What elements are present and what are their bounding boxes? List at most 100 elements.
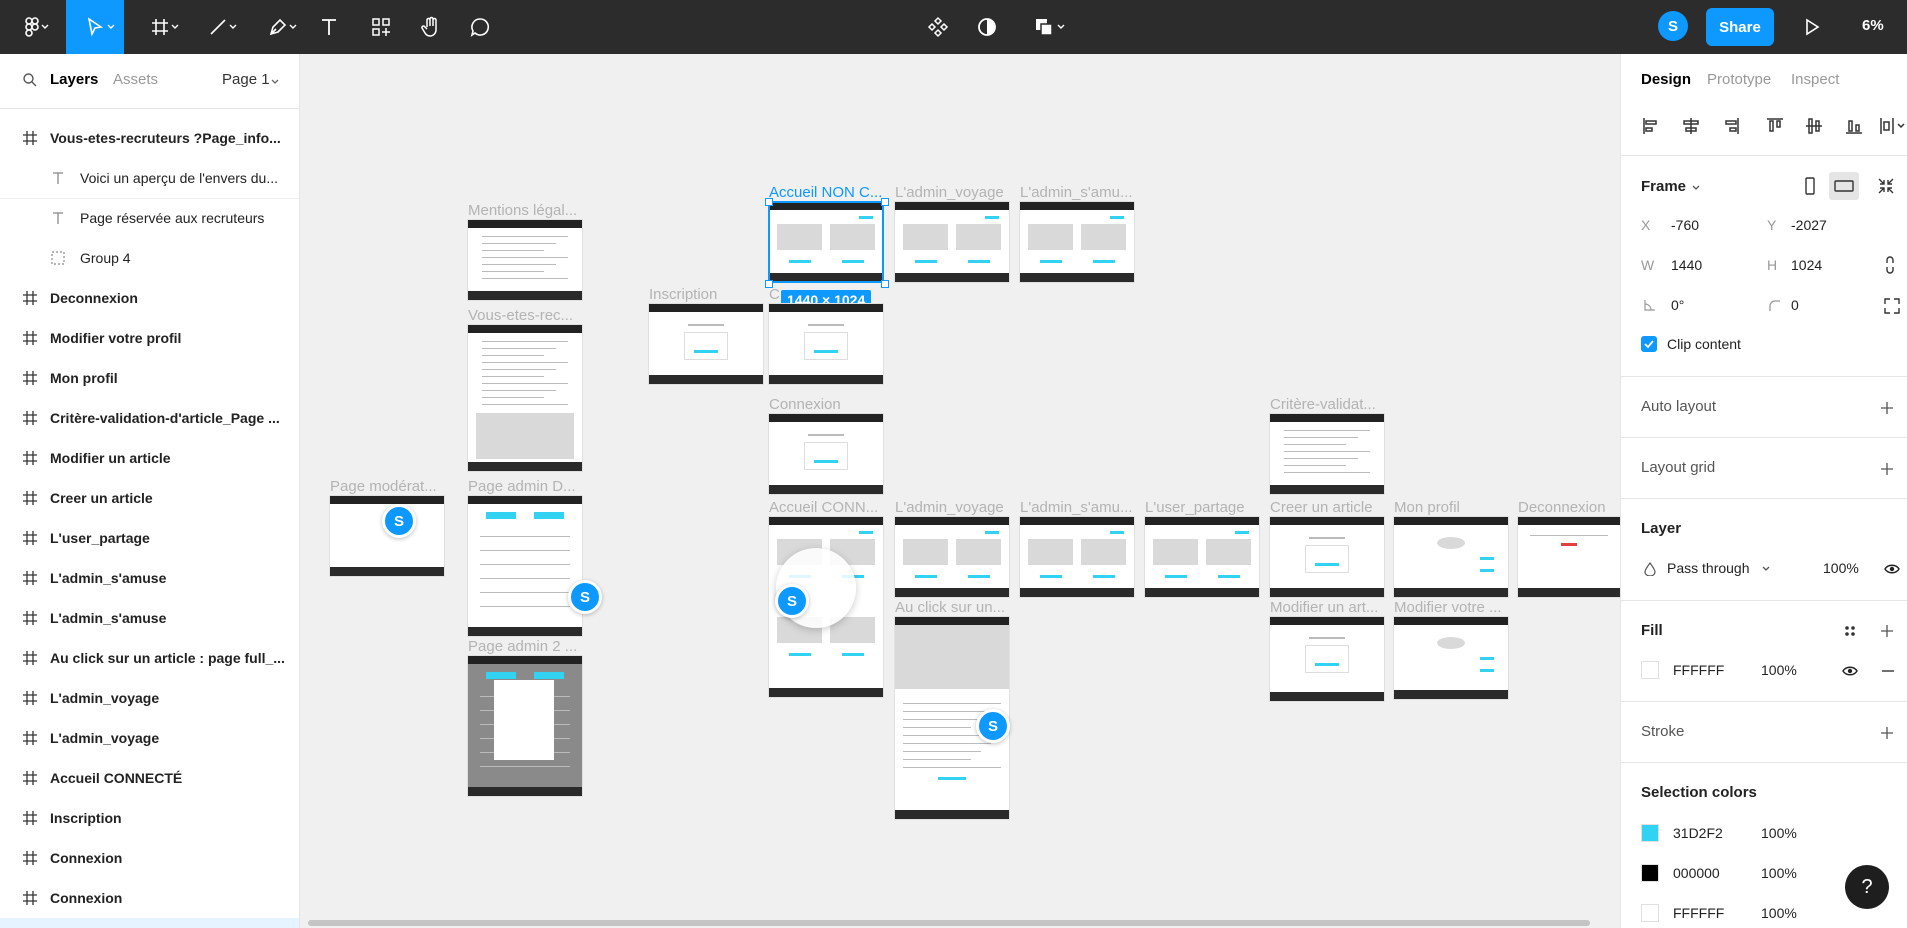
frame-thumbnail[interactable]	[1270, 617, 1384, 701]
blend-mode-select[interactable]: Pass through	[1667, 560, 1750, 576]
comment-tool-icon[interactable]	[466, 0, 494, 54]
component-icon[interactable]	[925, 0, 951, 54]
layer-row[interactable]: Vous-etes-recruteurs ?Page_info...	[0, 118, 299, 158]
layer-row[interactable]: Inscription	[0, 798, 299, 838]
layer-row[interactable]: L'admin_s'amuse	[0, 558, 299, 598]
align-center-v-icon[interactable]	[1806, 118, 1822, 134]
resize-handle[interactable]	[881, 280, 889, 288]
layer-row[interactable]: Deconnexion	[0, 278, 299, 318]
align-left-icon[interactable]	[1643, 118, 1657, 134]
collaborator-avatar[interactable]: S	[775, 584, 809, 618]
resize-to-fit-icon[interactable]	[1876, 176, 1896, 196]
constrain-proportions-icon[interactable]	[1884, 255, 1896, 275]
frame-label[interactable]: Creer un article	[1270, 499, 1373, 516]
add-fill-icon[interactable]	[1880, 624, 1894, 638]
width-field[interactable]: 1440	[1671, 257, 1702, 273]
frame-label[interactable]: L'admin_s'amu...	[1020, 499, 1132, 516]
chevron-down-icon[interactable]	[1761, 564, 1771, 574]
align-center-h-icon[interactable]	[1683, 118, 1699, 134]
independent-corners-icon[interactable]	[1883, 297, 1901, 315]
canvas[interactable]: Mentions légal... Vous-etes-rec... Page ad…	[300, 54, 1620, 928]
frame-label[interactable]: Critère-validat...	[1270, 396, 1376, 413]
frame-label[interactable]: Accueil CONN...	[769, 499, 878, 516]
frame-label[interactable]: L'admin_voyage	[895, 184, 1004, 201]
selection-color-hex[interactable]: FFFFFF	[1673, 905, 1724, 921]
frame-thumbnail[interactable]	[1145, 517, 1259, 597]
fill-swatch[interactable]	[1641, 661, 1659, 679]
layer-row[interactable]: Accueil NON CONNECTÉ	[0, 918, 299, 928]
search-icon[interactable]	[22, 72, 38, 88]
layer-row[interactable]: Mon profil	[0, 358, 299, 398]
selection-color-swatch[interactable]	[1641, 864, 1659, 882]
fill-opacity[interactable]: 100%	[1761, 662, 1797, 678]
boolean-icon[interactable]	[1024, 0, 1065, 54]
frame-label[interactable]: Inscription	[649, 286, 717, 303]
help-button[interactable]: ?	[1845, 865, 1889, 909]
layer-row[interactable]: Connexion	[0, 878, 299, 918]
selection-color-opacity[interactable]: 100%	[1761, 865, 1797, 881]
x-field[interactable]: -760	[1671, 217, 1699, 233]
selection-color-swatch[interactable]	[1641, 824, 1659, 842]
frame-label[interactable]: Au click sur un...	[895, 599, 1005, 616]
selection-color-opacity[interactable]: 100%	[1761, 905, 1797, 921]
align-top-icon[interactable]	[1767, 118, 1783, 132]
zoom-level[interactable]: 6%	[1862, 17, 1884, 34]
contrast-icon[interactable]	[974, 0, 1000, 54]
portrait-icon[interactable]	[1803, 176, 1817, 196]
frame-thumbnail[interactable]	[649, 304, 763, 384]
layer-opacity-field[interactable]: 100%	[1823, 560, 1859, 576]
landscape-toggle[interactable]	[1829, 172, 1859, 200]
tab-assets[interactable]: Assets	[113, 71, 158, 88]
collaborator-avatar[interactable]: S	[976, 709, 1010, 743]
pen-tool-icon[interactable]	[256, 0, 300, 54]
selection-color-hex[interactable]: 31D2F2	[1673, 825, 1723, 841]
line-tool-icon[interactable]	[196, 0, 240, 54]
page-selector[interactable]: Page 1	[222, 71, 270, 88]
frame-label[interactable]: Page admin 2 ...	[468, 638, 577, 655]
layer-row[interactable]: Voici un aperçu de l'envers du...	[0, 158, 299, 198]
styles-icon[interactable]	[1842, 623, 1858, 639]
tab-layers[interactable]: Layers	[50, 71, 98, 88]
layer-row[interactable]: L'admin_voyage	[0, 718, 299, 758]
layer-row[interactable]: Au click sur un article : page full_...	[0, 638, 299, 678]
tab-prototype[interactable]: Prototype	[1707, 71, 1771, 88]
user-avatar[interactable]: S	[1658, 11, 1688, 41]
text-tool-icon[interactable]	[316, 0, 342, 54]
frame-label[interactable]: L'admin_voyage	[895, 499, 1004, 516]
collaborator-avatar[interactable]: S	[382, 504, 416, 538]
layer-row[interactable]: Page réservée aux recruteurs	[0, 198, 299, 238]
auto-layout-title[interactable]: Auto layout	[1641, 398, 1716, 415]
frame-label[interactable]: L'user_partage	[1145, 499, 1245, 516]
frame-thumbnail[interactable]	[468, 220, 582, 300]
frame-label[interactable]: Deconnexion	[1518, 499, 1606, 516]
frame-thumbnail[interactable]	[895, 517, 1009, 597]
frame-label[interactable]: L'admin_s'amu...	[1020, 184, 1132, 201]
remove-fill-icon[interactable]	[1881, 664, 1895, 678]
selection-color-swatch[interactable]	[1641, 904, 1659, 922]
frame-thumbnail[interactable]	[895, 202, 1009, 282]
clip-content-checkbox[interactable]	[1641, 336, 1657, 352]
add-layout-grid-icon[interactable]	[1880, 462, 1894, 476]
frame-thumbnail[interactable]	[1270, 414, 1384, 494]
selection-color-hex[interactable]: 000000	[1673, 865, 1720, 881]
layer-row[interactable]: Accueil CONNECTÉ	[0, 758, 299, 798]
layer-row[interactable]: L'admin_s'amuse	[0, 598, 299, 638]
chevron-down-icon[interactable]	[1691, 183, 1701, 193]
hand-tool-icon[interactable]	[416, 0, 446, 54]
frame-section-title[interactable]: Frame	[1641, 178, 1686, 195]
layer-row[interactable]: Modifier votre profil	[0, 318, 299, 358]
layer-row[interactable]: Critère-validation-d'article_Page ...	[0, 398, 299, 438]
fill-visibility-eye-icon[interactable]	[1842, 664, 1858, 678]
frame-thumbnail[interactable]	[468, 496, 582, 636]
align-bottom-icon[interactable]	[1846, 120, 1862, 134]
frame-thumbnail[interactable]	[468, 656, 582, 796]
frame-label[interactable]: Modifier un art...	[1270, 599, 1378, 616]
add-auto-layout-icon[interactable]	[1880, 401, 1894, 415]
frame-thumbnail[interactable]	[769, 414, 883, 494]
radius-field[interactable]: 0	[1791, 297, 1799, 313]
components-tool-icon[interactable]	[367, 0, 395, 54]
layout-grid-title[interactable]: Layout grid	[1641, 459, 1715, 476]
frame-thumbnail[interactable]	[1394, 517, 1508, 597]
frame-thumbnail[interactable]	[1394, 617, 1508, 699]
frame-thumbnail[interactable]	[1270, 517, 1384, 597]
